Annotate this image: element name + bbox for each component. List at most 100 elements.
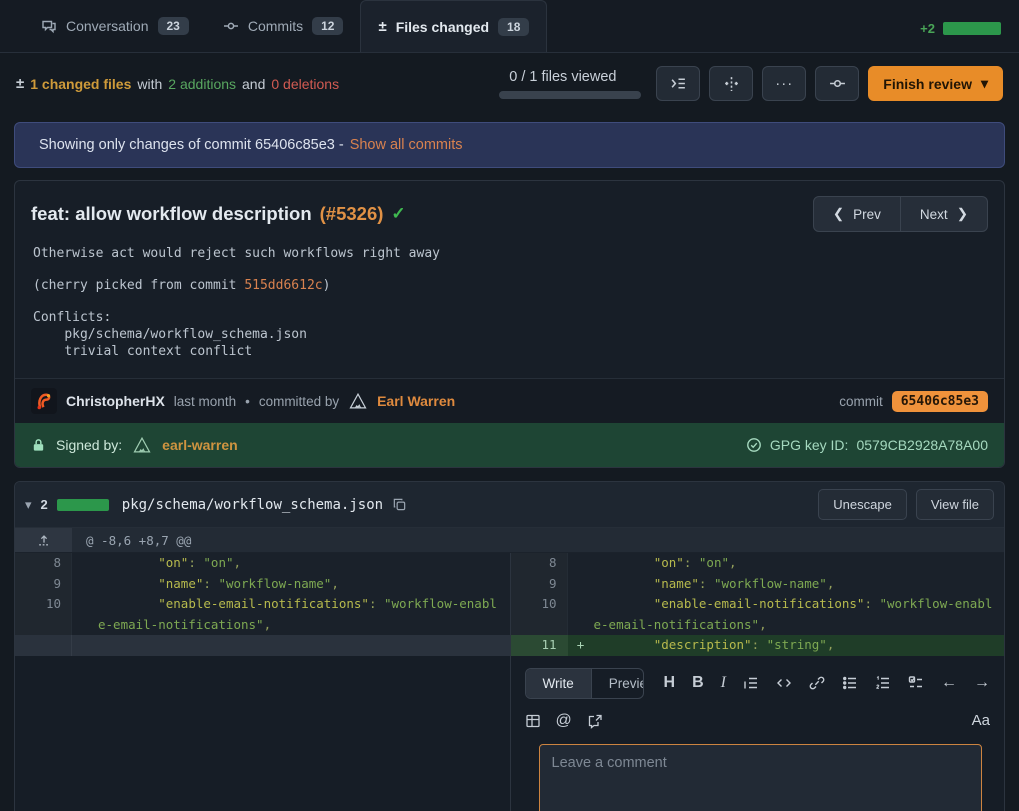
ellipsis-icon: ··· (775, 75, 793, 92)
line-number[interactable]: 8 (15, 553, 72, 574)
line-number[interactable] (15, 635, 72, 656)
cherry-pick-commit-link[interactable]: 515dd6612c (244, 278, 322, 293)
commit-sha-badge[interactable]: 65406c85e3 (892, 391, 988, 412)
view-file-button[interactable]: View file (916, 489, 994, 520)
expand-diff-up-button[interactable] (15, 528, 72, 552)
tab-label: Files changed (396, 19, 489, 35)
font-toggle-button[interactable]: Aa (972, 712, 990, 729)
commit-time: last month (174, 394, 236, 409)
code-button[interactable] (776, 675, 792, 691)
pr-tab-bar: Conversation 23 Commits 12 ± Files chang… (0, 0, 1019, 53)
changed-files-link[interactable]: 1 changed files (30, 76, 131, 92)
code-line: "on": "on", (594, 553, 1005, 574)
pr-tabs: Conversation 23 Commits 12 ± Files chang… (18, 0, 547, 52)
commit-message: Otherwise act would reject such workflow… (15, 237, 1004, 378)
tab-commits[interactable]: Commits 12 (206, 0, 361, 52)
unescape-button[interactable]: Unescape (818, 489, 907, 520)
signer-name[interactable]: earl-warren (162, 437, 237, 453)
tab-label: Conversation (66, 18, 149, 34)
diff-sign: + (568, 635, 594, 656)
tab-files-changed[interactable]: ± Files changed 18 (360, 0, 547, 52)
diff-pane-new: 8 "on": "on",9 "name": "workflow-name",1… (510, 553, 1005, 811)
collapse-file-chevron-icon[interactable]: ▾ (25, 497, 32, 513)
signer-avatar[interactable] (132, 435, 152, 455)
files-viewed: 0 / 1 files viewed (499, 69, 641, 99)
additions-text: 2 additions (168, 76, 236, 92)
author-avatar[interactable] (31, 388, 57, 414)
undo-button[interactable]: ← (941, 674, 957, 692)
diff-view-toggle-button[interactable] (709, 66, 753, 101)
ordered-list-button[interactable] (875, 675, 891, 691)
signed-commit-banner: Signed by: earl-warren GPG key ID: 0579C… (15, 423, 1004, 467)
committer-name[interactable]: Earl Warren (377, 393, 455, 409)
diff-pane-old: 8 "on": "on",9 "name": "workflow-name",1… (15, 553, 510, 811)
commit-title-text: feat: allow workflow description (31, 203, 312, 225)
code-line: "enable-email-notifications": "workflow-… (594, 594, 1005, 635)
markdown-toolbar: Write Preview H B I (525, 668, 991, 699)
diff-row: 8 "on": "on", (511, 553, 1005, 574)
reference-button[interactable] (587, 713, 603, 729)
heading-button[interactable]: H (664, 674, 676, 692)
file-name[interactable]: pkg/schema/workflow_schema.json (122, 497, 383, 513)
files-viewed-progress (499, 91, 641, 99)
diff-sign (72, 635, 98, 656)
split-diff: 8 "on": "on",9 "name": "workflow-name",1… (15, 553, 1004, 811)
summary-text: and (242, 76, 265, 92)
diff-row: 10 "enable-email-notifications": "workfl… (15, 594, 510, 635)
chevron-left-icon: ❮ (833, 206, 844, 222)
italic-button[interactable]: I (721, 674, 726, 692)
committed-by-label: committed by (259, 394, 339, 409)
code-line (98, 635, 510, 656)
code-line: "name": "workflow-name", (594, 574, 1005, 595)
conversation-count-badge: 23 (158, 17, 189, 35)
write-tab[interactable]: Write (526, 669, 592, 698)
line-number[interactable]: 9 (15, 574, 72, 595)
show-all-commits-link[interactable]: Show all commits (350, 137, 463, 153)
diff-sign (568, 574, 594, 595)
finish-review-button[interactable]: Finish review ▾ (868, 66, 1003, 101)
prev-commit-button[interactable]: ❮ Prev (813, 196, 901, 232)
line-number[interactable]: 10 (511, 594, 568, 635)
tab-conversation[interactable]: Conversation 23 (24, 0, 206, 52)
commit-message-line: (cherry picked from commit 515dd6612c) (33, 277, 986, 294)
commit-nav: ❮ Prev Next ❯ (813, 196, 988, 232)
comment-textarea[interactable] (539, 744, 983, 811)
commit-message-line: trivial context conflict (33, 343, 986, 360)
diff-row: 9 "name": "workflow-name", (511, 574, 1005, 595)
table-button[interactable] (525, 713, 541, 729)
ci-success-check-icon[interactable]: ✓ (391, 204, 405, 224)
author-name[interactable]: ChristopherHX (66, 393, 165, 409)
line-number[interactable]: 10 (15, 594, 72, 635)
diff-sign (72, 574, 98, 595)
copy-file-path-icon[interactable] (392, 497, 407, 512)
diff-options-button[interactable]: ··· (762, 66, 806, 101)
committer-avatar[interactable] (348, 391, 368, 411)
quote-button[interactable] (743, 675, 759, 691)
chevron-right-icon: ❯ (957, 206, 968, 222)
gpg-key-label: GPG key ID: (770, 437, 849, 453)
task-list-button[interactable] (908, 675, 924, 691)
unordered-list-button[interactable] (842, 675, 858, 691)
link-button[interactable] (809, 675, 825, 691)
diff-summary-icon: ± (16, 75, 24, 92)
diff-stat-bar (943, 22, 1001, 35)
file-tree-toggle-button[interactable] (656, 66, 700, 101)
bold-button[interactable]: B (692, 674, 704, 692)
banner-text: Showing only changes of commit 65406c85e… (39, 137, 344, 153)
commit-author-row: ChristopherHX last month • committed by … (15, 378, 1004, 423)
line-number[interactable]: 8 (511, 553, 568, 574)
diff-icon: ± (378, 18, 386, 35)
line-number[interactable]: 11 (511, 635, 568, 656)
file-lines-changed-count: 2 (41, 497, 48, 512)
mention-button[interactable]: @ (556, 712, 572, 730)
next-commit-button[interactable]: Next ❯ (901, 196, 988, 232)
line-number[interactable]: 9 (511, 574, 568, 595)
commit-message-line: Conflicts: (33, 309, 986, 326)
prev-label: Prev (853, 207, 881, 222)
preview-tab[interactable]: Preview (592, 669, 644, 698)
commit-select-button[interactable] (815, 66, 859, 101)
redo-button[interactable]: → (974, 674, 990, 692)
hunk-header: @ -8,6 +8,7 @@ (72, 528, 191, 552)
pr-number[interactable]: (#5326) (320, 203, 384, 225)
commit-message-line: pkg/schema/workflow_schema.json (33, 326, 986, 343)
